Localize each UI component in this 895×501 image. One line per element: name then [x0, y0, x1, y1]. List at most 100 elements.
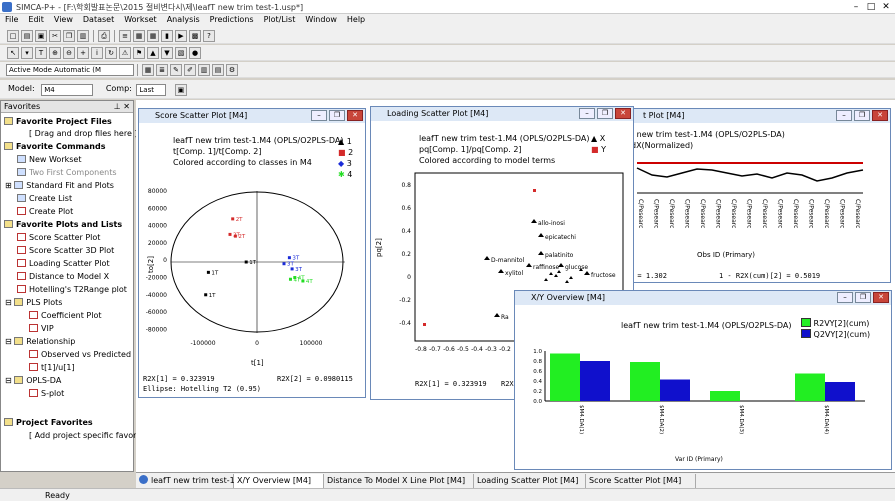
mode-list-icon[interactable]: ≣ [156, 64, 168, 76]
section-favorite-plots[interactable]: Favorite Plots and Lists [4, 219, 122, 230]
tab-project[interactable]: leafT new trim test-1 [136, 474, 235, 488]
command-two-first-components[interactable]: Two First Components [17, 167, 117, 178]
plot-loading-scatter[interactable]: Loading Scatter Plot [17, 258, 110, 269]
section-favorite-commands[interactable]: Favorite Commands [4, 141, 105, 152]
save-icon[interactable]: ▣ [35, 30, 47, 42]
mode-tool-icon[interactable]: ✐ [184, 64, 196, 76]
close-icon[interactable]: ✕ [873, 292, 889, 303]
select-mode-icon[interactable]: ▾ [21, 47, 33, 59]
tab-loading-scatter[interactable]: Loading Scatter Plot [M4] [474, 474, 586, 488]
menu-view[interactable]: View [49, 14, 78, 25]
move-up-icon[interactable]: ▲ [147, 47, 159, 59]
paste-icon[interactable]: ▥ [77, 30, 89, 42]
list-icon[interactable]: ≡ [119, 30, 131, 42]
help-icon[interactable]: ? [203, 30, 215, 42]
tab-xy-overview[interactable]: X/Y Overview [M4] [234, 474, 324, 488]
chart-icon[interactable]: ▮ [161, 30, 173, 42]
cut-icon[interactable]: ✂ [49, 30, 61, 42]
flag-icon[interactable]: ⚑ [133, 47, 145, 59]
label-icon[interactable]: ⅰ [91, 47, 103, 59]
marker-icon[interactable]: ● [189, 47, 201, 59]
menu-predictions[interactable]: Predictions [205, 14, 259, 25]
list-item[interactable]: [ Add project specific favor [29, 430, 136, 441]
mode-grid-icon[interactable]: ▦ [142, 64, 154, 76]
menu-edit[interactable]: Edit [23, 14, 49, 25]
menu-help[interactable]: Help [342, 14, 370, 25]
copy-icon[interactable]: ❐ [63, 30, 75, 42]
close-icon[interactable]: ✕ [879, 1, 893, 13]
plot-s-plot[interactable]: S-plot [29, 388, 64, 399]
plot-t1-u1[interactable]: t[1]/u[1] [29, 362, 75, 373]
plot-observed-vs-predicted[interactable]: Observed vs Predicted [29, 349, 131, 360]
plot-distance-model-x[interactable]: Distance to Model X [17, 271, 109, 282]
minimize-icon[interactable]: – [837, 292, 853, 303]
new-file-icon[interactable]: □ [7, 30, 19, 42]
workset-icon[interactable]: ▦ [133, 30, 145, 42]
restore-icon[interactable]: ❐ [854, 110, 870, 121]
filter-icon[interactable]: ▧ [175, 47, 187, 59]
table-icon[interactable]: ▦ [147, 30, 159, 42]
plot-vip[interactable]: VIP [29, 323, 54, 334]
section-pls-plots[interactable]: ⊟ PLS Plots [5, 297, 62, 308]
pin-icon[interactable]: ⊥ ✕ [114, 102, 130, 111]
section-opls-da[interactable]: ⊟ OPLS-DA [5, 375, 61, 386]
fit-icon[interactable]: ▶ [175, 30, 187, 42]
minimize-icon[interactable]: – [836, 110, 852, 121]
menu-dataset[interactable]: Dataset [78, 14, 119, 25]
minimize-icon[interactable]: – [311, 110, 327, 121]
close-icon[interactable]: ✕ [347, 110, 363, 121]
zoom-in-icon[interactable]: ⊕ [49, 47, 61, 59]
camera-icon[interactable]: ▣ [174, 84, 187, 96]
restore-icon[interactable]: ❐ [855, 292, 871, 303]
close-icon[interactable]: ✕ [615, 108, 631, 119]
menu-file[interactable]: File [0, 14, 23, 25]
minimize-icon[interactable]: – [579, 108, 595, 119]
grid-icon[interactable]: ▩ [189, 30, 201, 42]
command-new-workset[interactable]: New Workset [17, 154, 81, 165]
menu-window[interactable]: Window [300, 14, 342, 25]
plot-score-scatter-3d[interactable]: Score Scatter 3D Plot [17, 245, 114, 256]
crosshair-icon[interactable]: + [77, 47, 89, 59]
loading-footer-left: R2X[1] = 0.323919 [415, 380, 487, 388]
close-icon[interactable]: ✕ [872, 110, 888, 121]
active-mode-dropdown[interactable]: Active Mode Automatic (M [6, 64, 134, 76]
zoom-out-icon[interactable]: ⊖ [63, 47, 75, 59]
section-relationship[interactable]: ⊟ Relationship [5, 336, 75, 347]
tab-distance-model-x[interactable]: Distance To Model X Line Plot [M4] [324, 474, 474, 488]
dmodx-plot-window[interactable]: t Plot [M4] – ❐ ✕ t new trim test-1.M4 (OP… [626, 108, 891, 283]
print-icon[interactable]: ⎙ [98, 30, 110, 42]
comp-select[interactable]: Last [136, 84, 167, 96]
list-item[interactable]: [ Drag and drop files here ] [29, 128, 138, 139]
expand-icon[interactable]: ⊞ [5, 181, 14, 190]
mode-column-icon[interactable]: ▥ [198, 64, 210, 76]
section-project-favorites[interactable]: Project Favorites [4, 417, 93, 428]
restore-icon[interactable]: ❐ [329, 110, 345, 121]
mode-edit-icon[interactable]: ✎ [170, 64, 182, 76]
maximize-icon[interactable]: □ [864, 1, 878, 13]
menu-analysis[interactable]: Analysis [162, 14, 205, 25]
command-create-plot[interactable]: Create Plot [17, 206, 73, 217]
xy-window-title[interactable]: X/Y Overview [M4] [515, 291, 891, 305]
section-favorite-project-files[interactable]: Favorite Project Files [4, 116, 112, 127]
minimize-icon[interactable]: – [849, 1, 863, 13]
plot-hotelling[interactable]: Hotelling's T2Range plot [17, 284, 127, 295]
open-folder-icon[interactable]: ▤ [21, 30, 33, 42]
model-select[interactable]: M4 [41, 84, 94, 96]
refresh-icon[interactable]: ↻ [105, 47, 117, 59]
warning-icon[interactable]: ⚠ [119, 47, 131, 59]
plot-coefficient[interactable]: Coefficient Plot [29, 310, 102, 321]
menu-workset[interactable]: Workset [119, 14, 161, 25]
plot-score-scatter[interactable]: Score Scatter Plot [17, 232, 100, 243]
restore-icon[interactable]: ❐ [597, 108, 613, 119]
command-standard-fit[interactable]: ⊞ Standard Fit and Plots [5, 180, 114, 191]
select-arrow-icon[interactable]: ↖ [7, 47, 19, 59]
score-plot-window[interactable]: Score Scatter Plot [M4] – ❐ ✕ leafT new tr… [138, 108, 366, 398]
tab-score-scatter[interactable]: Score Scatter Plot [M4] [586, 474, 696, 488]
command-create-list[interactable]: Create List [17, 193, 72, 204]
move-down-icon[interactable]: ▼ [161, 47, 173, 59]
mode-color-icon[interactable]: ▤ [212, 64, 224, 76]
menu-plot-list[interactable]: Plot/List [259, 14, 301, 25]
mode-settings-icon[interactable]: ⚙ [226, 64, 238, 76]
text-tool-icon[interactable]: T [35, 47, 47, 59]
xy-overview-window[interactable]: X/Y Overview [M4] – ❐ ✕ leafT new trim tes… [514, 290, 892, 470]
